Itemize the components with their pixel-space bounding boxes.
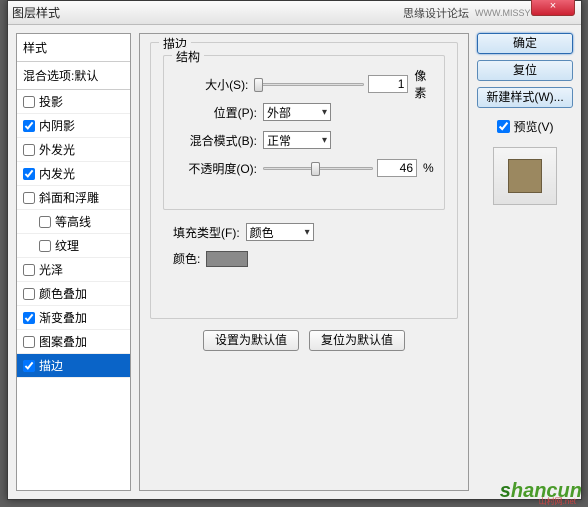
opacity-label: 不透明度(O): xyxy=(172,160,257,177)
style-item-gradient-overlay[interactable]: 渐变叠加 xyxy=(17,306,130,330)
opacity-slider[interactable] xyxy=(263,160,373,176)
color-swatch[interactable] xyxy=(206,251,248,267)
checkbox-drop-shadow[interactable] xyxy=(23,96,35,108)
fill-type-label: 填充类型(F): xyxy=(173,224,240,241)
style-item-pattern-overlay[interactable]: 图案叠加 xyxy=(17,330,130,354)
set-default-button[interactable]: 设置为默认值 xyxy=(203,330,299,351)
preview-checkbox[interactable] xyxy=(497,120,510,133)
checkbox-pattern-overlay[interactable] xyxy=(23,336,35,348)
new-style-button[interactable]: 新建样式(W)... xyxy=(477,87,573,108)
style-item-drop-shadow[interactable]: 投影 xyxy=(17,90,130,114)
size-slider[interactable] xyxy=(254,76,364,92)
fill-type-combo[interactable]: 颜色 xyxy=(246,223,314,241)
position-combo[interactable]: 外部 xyxy=(263,103,331,121)
style-item-contour[interactable]: 等高线 xyxy=(17,210,130,234)
structure-title: 结构 xyxy=(172,48,204,65)
stroke-group: 描边 结构 大小(S): 像素 位置(P): 外部 混合模 xyxy=(150,42,458,319)
preview-swatch xyxy=(508,159,542,193)
style-item-stroke[interactable]: 描边 xyxy=(17,354,130,378)
action-panel: 确定 复位 新建样式(W)... 预览(V) xyxy=(477,33,573,491)
style-item-color-overlay[interactable]: 颜色叠加 xyxy=(17,282,130,306)
position-label: 位置(P): xyxy=(172,104,257,121)
checkbox-color-overlay[interactable] xyxy=(23,288,35,300)
blend-options-default[interactable]: 混合选项:默认 xyxy=(17,62,130,90)
structure-group: 结构 大小(S): 像素 位置(P): 外部 混合模式(B): 正常 xyxy=(163,55,445,210)
checkbox-inner-shadow[interactable] xyxy=(23,120,35,132)
opacity-unit: % xyxy=(423,161,434,175)
titlebar: 图层样式 思缘设计论坛 WWW.MISSYUAN.COM × xyxy=(8,1,581,25)
blend-label: 混合模式(B): xyxy=(172,132,257,149)
preview-thumbnail xyxy=(493,147,557,205)
style-item-bevel[interactable]: 斜面和浮雕 xyxy=(17,186,130,210)
checkbox-stroke[interactable] xyxy=(23,360,35,372)
fill-type-row: 填充类型(F): 颜色 xyxy=(173,223,314,241)
style-item-outer-glow[interactable]: 外发光 xyxy=(17,138,130,162)
styles-list: 样式 混合选项:默认 投影 内阴影 外发光 内发光 斜面和浮雕 等高线 纹理 光… xyxy=(16,33,131,491)
close-button[interactable]: × xyxy=(531,0,575,16)
size-input[interactable] xyxy=(368,75,408,93)
preview-label: 预览(V) xyxy=(514,118,554,135)
style-item-texture[interactable]: 纹理 xyxy=(17,234,130,258)
layer-style-dialog: 图层样式 思缘设计论坛 WWW.MISSYUAN.COM × 样式 混合选项:默… xyxy=(7,0,582,500)
color-label: 颜色: xyxy=(173,250,200,267)
dialog-body: 样式 混合选项:默认 投影 内阴影 外发光 内发光 斜面和浮雕 等高线 纹理 光… xyxy=(8,25,581,499)
blend-row: 混合模式(B): 正常 xyxy=(172,128,436,152)
checkbox-texture[interactable] xyxy=(39,240,51,252)
cancel-button[interactable]: 复位 xyxy=(477,60,573,81)
checkbox-bevel[interactable] xyxy=(23,192,35,204)
opacity-input[interactable] xyxy=(377,159,417,177)
style-item-satin[interactable]: 光泽 xyxy=(17,258,130,282)
settings-panel: 描边 结构 大小(S): 像素 位置(P): 外部 混合模 xyxy=(139,33,469,491)
ok-button[interactable]: 确定 xyxy=(477,33,573,54)
style-item-inner-glow[interactable]: 内发光 xyxy=(17,162,130,186)
size-row: 大小(S): 像素 xyxy=(172,72,436,96)
position-row: 位置(P): 外部 xyxy=(172,100,436,124)
reset-default-button[interactable]: 复位为默认值 xyxy=(309,330,405,351)
size-label: 大小(S): xyxy=(172,76,248,93)
watermark-sub: 山村网.net xyxy=(539,496,576,507)
size-unit: 像素 xyxy=(414,67,436,101)
preview-toggle-row: 预览(V) xyxy=(477,118,573,135)
checkbox-outer-glow[interactable] xyxy=(23,144,35,156)
checkbox-inner-glow[interactable] xyxy=(23,168,35,180)
checkbox-satin[interactable] xyxy=(23,264,35,276)
opacity-row: 不透明度(O): % xyxy=(172,156,436,180)
styles-header[interactable]: 样式 xyxy=(17,34,130,62)
default-buttons: 设置为默认值 复位为默认值 xyxy=(140,330,468,351)
forum-name: 思缘设计论坛 xyxy=(403,5,469,21)
color-row: 颜色: xyxy=(173,250,248,267)
window-title: 图层样式 xyxy=(12,4,403,21)
style-item-inner-shadow[interactable]: 内阴影 xyxy=(17,114,130,138)
checkbox-gradient-overlay[interactable] xyxy=(23,312,35,324)
checkbox-contour[interactable] xyxy=(39,216,51,228)
blend-combo[interactable]: 正常 xyxy=(263,131,331,149)
